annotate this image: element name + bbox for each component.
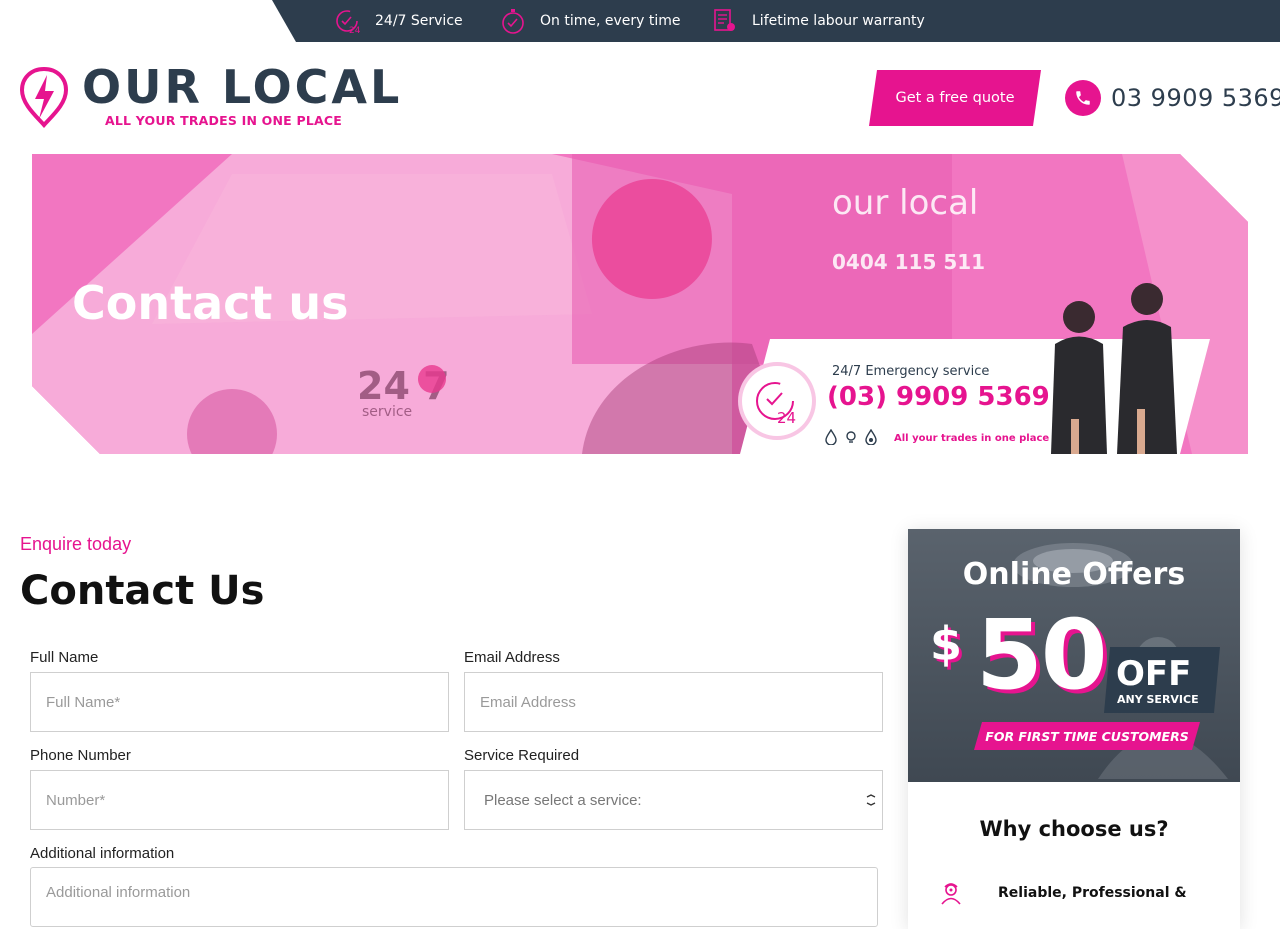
- additional-info-textarea[interactable]: [30, 867, 878, 927]
- full-name-label: Full Name: [30, 649, 99, 666]
- service-select[interactable]: Please select a service:: [464, 770, 883, 830]
- enquire-eyebrow: Enquire today: [20, 534, 132, 554]
- email-label: Email Address: [464, 649, 560, 666]
- usp-24-7-service: 24 24/7 Service: [335, 0, 463, 42]
- bolt-pin-logo-icon: [20, 66, 68, 128]
- usp-label: Lifetime labour warranty: [752, 13, 925, 29]
- header-phone-link[interactable]: 03 9909 5369: [1065, 80, 1280, 116]
- chevron-down-icon: [866, 794, 876, 806]
- phone-icon: [1065, 80, 1101, 116]
- header-phone-number: 03 9909 5369: [1111, 84, 1280, 112]
- emergency-tagline: All your trades in one place: [894, 433, 1050, 444]
- warranty-document-icon: [714, 9, 735, 31]
- emergency-service-label: 24/7 Emergency service: [832, 364, 990, 379]
- service-label: Service Required: [464, 747, 580, 764]
- offer-off-label: OFF: [1116, 654, 1192, 694]
- emergency-phone-number: (03) 9909 5369: [827, 382, 1050, 412]
- additional-info-label: Additional information: [30, 845, 175, 862]
- svg-text:0404 115 511: 0404 115 511: [832, 250, 985, 274]
- svg-text:24: 24: [349, 26, 361, 34]
- usp-warranty: Lifetime labour warranty: [712, 0, 925, 42]
- usp-label: 24/7 Service: [375, 13, 463, 29]
- water-drop-icon: [824, 429, 838, 445]
- offer-currency: $: [930, 617, 963, 671]
- light-bulb-icon: [844, 429, 858, 445]
- svg-text:24: 24: [777, 409, 796, 425]
- contact-heading: Contact Us: [20, 568, 265, 614]
- phone-input[interactable]: [30, 770, 449, 830]
- full-name-input[interactable]: [30, 672, 449, 732]
- usp-label: On time, every time: [540, 13, 681, 29]
- offer-title: Online Offers: [962, 557, 1186, 592]
- logo-tagline: ALL YOUR TRADES IN ONE PLACE: [105, 113, 342, 128]
- service-select-value: Please select a service:: [484, 791, 642, 809]
- hero-title: Contact us: [72, 276, 349, 330]
- svg-text:our local: our local: [832, 183, 978, 223]
- hero-banner: our local 0404 115 511 24 7 service Cont…: [32, 154, 1248, 454]
- usp-on-time: On time, every time: [500, 0, 681, 42]
- technician-icon: [941, 883, 961, 905]
- clock-24-icon: 24: [742, 366, 812, 436]
- trade-icons: [824, 429, 878, 445]
- svg-text:service: service: [362, 404, 412, 420]
- offer-amount: 50: [976, 599, 1108, 711]
- phone-label: Phone Number: [30, 747, 131, 764]
- offer-scope: ANY SERVICE: [1117, 693, 1199, 706]
- clock-24-icon: 24: [336, 10, 361, 34]
- online-offer-card[interactable]: Online Offers $ 50 OFF ANY SERVICE FOR F…: [908, 529, 1240, 782]
- logo-title: OUR LOCAL: [82, 60, 403, 114]
- top-usp-bar: 24 24/7 Service On time, every time Life…: [0, 0, 1280, 42]
- offer-ribbon: FOR FIRST TIME CUSTOMERS: [974, 722, 1200, 750]
- stopwatch-icon: [502, 9, 524, 34]
- sidebar: Online Offers $ 50 OFF ANY SERVICE FOR F…: [908, 529, 1240, 929]
- email-input[interactable]: [464, 672, 883, 732]
- site-logo[interactable]: OUR LOCAL ALL YOUR TRADES IN ONE PLACE: [20, 60, 399, 130]
- gas-flame-icon: [864, 429, 878, 445]
- staff-photo: [1037, 269, 1187, 454]
- why-item-label: Reliable, Professional &: [998, 885, 1187, 901]
- get-quote-button[interactable]: Get a free quote: [869, 70, 1041, 126]
- why-choose-us-title: Why choose us?: [979, 817, 1169, 841]
